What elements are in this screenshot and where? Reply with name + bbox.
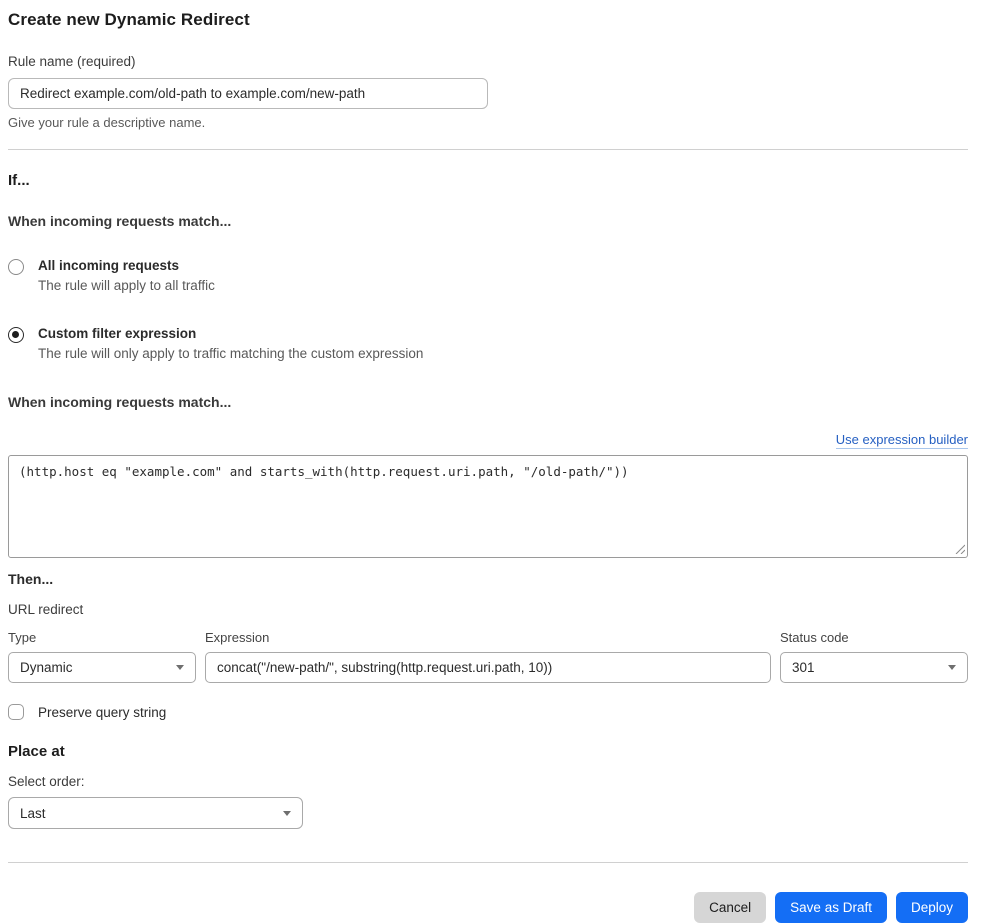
type-select-value: Dynamic	[20, 660, 73, 675]
footer-divider	[8, 862, 968, 863]
rule-name-helper: Give your rule a descriptive name.	[8, 115, 206, 130]
page-title: Create new Dynamic Redirect	[8, 10, 250, 29]
if-heading: If...	[8, 172, 30, 189]
filter-expression-textarea[interactable]: (http.host eq "example.com" and starts_w…	[8, 455, 968, 558]
cancel-button[interactable]: Cancel	[694, 892, 767, 923]
expression-match-heading: When incoming requests match...	[8, 394, 232, 410]
footer-buttons: Cancel Save as Draft Deploy	[8, 892, 968, 923]
chevron-down-icon	[283, 810, 291, 816]
order-select-value: Last	[20, 805, 46, 821]
rule-name-label: Rule name (required)	[8, 54, 136, 69]
radio-checked-icon[interactable]	[8, 327, 24, 343]
url-redirect-label: URL redirect	[8, 602, 84, 617]
chevron-down-icon	[948, 665, 956, 670]
redirect-expression-input[interactable]	[205, 652, 771, 683]
order-select[interactable]: Last	[8, 797, 303, 829]
save-as-draft-button[interactable]: Save as Draft	[775, 892, 887, 923]
match-heading: When incoming requests match...	[8, 213, 232, 229]
preserve-query-string-label: Preserve query string	[38, 704, 167, 720]
expression-editor-wrap: (http.host eq "example.com" and starts_w…	[8, 455, 968, 558]
type-select[interactable]: Dynamic	[8, 652, 196, 683]
chevron-down-icon	[176, 665, 184, 670]
deploy-button[interactable]: Deploy	[895, 892, 968, 923]
status-code-select[interactable]: 301	[780, 652, 968, 683]
rule-name-input[interactable]	[8, 78, 488, 109]
place-at-heading: Place at	[8, 743, 65, 760]
status-code-label: Status code	[780, 630, 849, 645]
radio-option-all-incoming-requests[interactable]: All incoming requests The rule will appl…	[8, 258, 968, 293]
radio-option-label: Custom filter expression	[38, 326, 197, 341]
radio-option-description: The rule will apply to all traffic	[38, 278, 215, 293]
expression-label: Expression	[205, 630, 270, 645]
builder-link-row: Use expression builder	[8, 431, 968, 449]
radio-option-label: All incoming requests	[38, 258, 180, 273]
select-order-label: Select order:	[8, 774, 85, 789]
use-expression-builder-link[interactable]: Use expression builder	[835, 432, 968, 449]
preserve-query-string-row[interactable]: Preserve query string	[8, 704, 968, 720]
then-heading: Then...	[8, 571, 54, 587]
radio-option-custom-filter-expression[interactable]: Custom filter expression The rule will o…	[8, 326, 968, 361]
type-label: Type	[8, 630, 37, 645]
then-fields-row: Type Dynamic Expression Status code 301	[8, 630, 968, 683]
radio-unchecked-icon[interactable]	[8, 259, 24, 275]
radio-option-description: The rule will only apply to traffic matc…	[38, 346, 424, 361]
section-divider	[8, 149, 968, 150]
status-code-select-value: 301	[792, 660, 815, 675]
checkbox-unchecked-icon[interactable]	[8, 704, 24, 720]
